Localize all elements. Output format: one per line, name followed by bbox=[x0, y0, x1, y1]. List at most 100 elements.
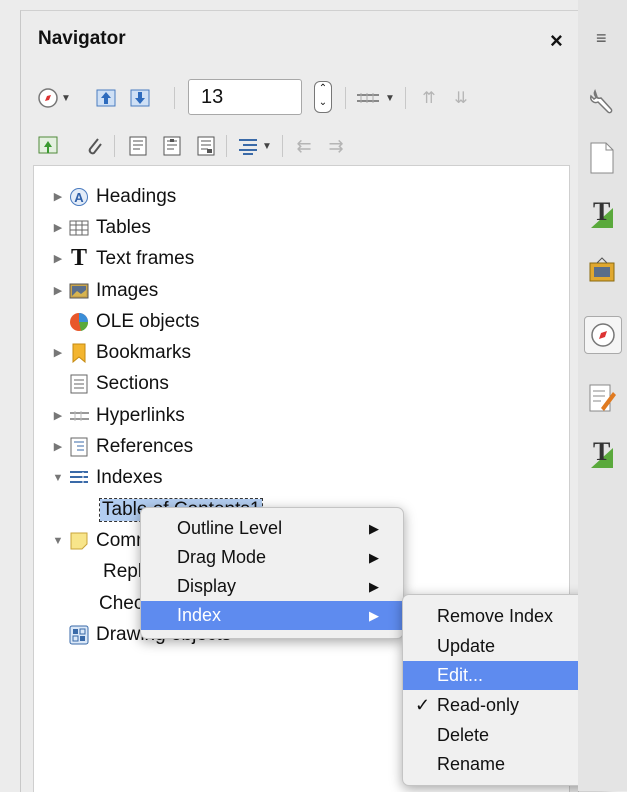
menu-item-label: Outline Level bbox=[177, 518, 283, 538]
tree-item-label: OLE objects bbox=[96, 310, 200, 332]
expander-icon[interactable]: ▶ bbox=[51, 346, 65, 359]
tree-item-tables[interactable]: ▶ Tables bbox=[33, 212, 568, 243]
footer-icon[interactable] bbox=[160, 132, 184, 160]
submenu-arrow-icon: ▶ bbox=[369, 578, 379, 594]
images-icon bbox=[69, 281, 89, 301]
svg-text:T: T bbox=[593, 198, 610, 226]
context-menu: Outline Level ▶ Drag Mode ▶ Display ▶ In… bbox=[140, 507, 404, 639]
demote-chapter-icon[interactable] bbox=[128, 84, 152, 112]
close-icon[interactable]: × bbox=[550, 28, 563, 54]
tree-item-label: Tables bbox=[96, 216, 151, 238]
expander-icon[interactable]: ▶ bbox=[51, 221, 65, 234]
sections-icon bbox=[69, 374, 89, 394]
comments-icon bbox=[69, 531, 89, 551]
move-up-icon[interactable]: ⇈ bbox=[416, 84, 442, 112]
menu-item-label: Edit... bbox=[437, 665, 484, 685]
checkmark-icon: ✓ bbox=[415, 695, 431, 715]
sidebar-deck: ≡ T T bbox=[578, 0, 627, 791]
page-icon[interactable] bbox=[584, 140, 620, 176]
tree-item-hyperlinks[interactable]: ▶ Hyperlinks bbox=[33, 400, 568, 431]
expander-icon[interactable]: ▼ bbox=[51, 472, 65, 484]
tree-item-label: Bookmarks bbox=[96, 341, 192, 363]
tree-item-label: Hyperlinks bbox=[96, 404, 185, 426]
toggle-master-view-icon[interactable] bbox=[36, 132, 60, 160]
tree-item-sections[interactable]: Sections bbox=[33, 368, 568, 399]
submenu-arrow-icon: ▶ bbox=[369, 549, 379, 565]
menu-item-index[interactable]: Index ▶ bbox=[141, 601, 403, 630]
indexes-icon bbox=[69, 468, 89, 488]
header-icon[interactable] bbox=[126, 132, 150, 160]
page-spin-button[interactable]: ⌃ ⌄ bbox=[314, 81, 332, 113]
tree-item-label: Headings bbox=[96, 185, 177, 207]
svg-text:A: A bbox=[74, 190, 84, 205]
heading-levels-icon[interactable] bbox=[236, 132, 260, 160]
separator bbox=[226, 135, 227, 157]
tree-item-text-frames[interactable]: ▶ T Text frames bbox=[33, 243, 568, 274]
tree-item-label: Indexes bbox=[96, 466, 163, 488]
panel-title: Navigator bbox=[38, 28, 126, 49]
tree-item-label: Text frames bbox=[96, 247, 195, 269]
drag-mode-icon[interactable] bbox=[354, 84, 382, 112]
menu-item-label: Update bbox=[437, 636, 496, 656]
expander-icon[interactable]: ▶ bbox=[51, 440, 65, 453]
navigator-icon[interactable] bbox=[584, 316, 622, 354]
move-down-icon[interactable]: ⇊ bbox=[448, 84, 474, 112]
headings-icon: A bbox=[69, 187, 89, 207]
menu-item-label: Index bbox=[177, 605, 222, 625]
ole-objects-icon bbox=[69, 312, 89, 332]
dropdown-arrow-icon[interactable]: ▼ bbox=[60, 84, 72, 112]
styles-icon[interactable]: T bbox=[584, 196, 620, 232]
dropdown-arrow-icon[interactable]: ▼ bbox=[384, 84, 396, 112]
page-number-input[interactable]: 13 bbox=[188, 79, 302, 115]
tree-item-label: Sections bbox=[96, 372, 169, 394]
separator bbox=[345, 87, 346, 109]
tree-item-references[interactable]: ▶ References bbox=[33, 431, 568, 462]
separator bbox=[114, 135, 115, 157]
drawing-objects-icon bbox=[69, 625, 89, 645]
menu-item-label: Drag Mode bbox=[177, 547, 267, 567]
expander-icon[interactable]: ▶ bbox=[51, 252, 65, 265]
dropdown-arrow-icon[interactable]: ▼ bbox=[261, 132, 273, 160]
menu-item-drag-mode[interactable]: Drag Mode ▶ bbox=[141, 543, 403, 572]
submenu-arrow-icon: ▶ bbox=[369, 520, 379, 536]
properties-icon[interactable] bbox=[584, 84, 620, 120]
menu-item-display[interactable]: Display ▶ bbox=[141, 572, 403, 601]
tree-item-ole-objects[interactable]: OLE objects bbox=[33, 306, 568, 337]
tables-icon bbox=[69, 218, 89, 238]
manage-changes-icon[interactable] bbox=[584, 380, 620, 416]
menu-item-label: Remove Index bbox=[437, 606, 554, 626]
reminder-icon[interactable] bbox=[82, 132, 106, 160]
tree-item-label: References bbox=[96, 435, 194, 457]
hyperlinks-icon bbox=[69, 406, 89, 426]
tree-item-indexes[interactable]: ▼ Indexes bbox=[33, 462, 568, 493]
promote-level-icon[interactable]: ⇇ bbox=[292, 132, 316, 160]
expander-icon[interactable]: ▼ bbox=[51, 535, 65, 547]
menu-item-label: Read-only bbox=[437, 695, 520, 715]
sidebar-menu-icon[interactable]: ≡ bbox=[596, 28, 607, 49]
menu-item-label: Delete bbox=[437, 725, 490, 745]
expander-icon[interactable]: ▶ bbox=[51, 284, 65, 297]
text-frames-icon: T bbox=[70, 245, 87, 271]
promote-chapter-icon[interactable] bbox=[94, 84, 118, 112]
navigation-icon[interactable] bbox=[36, 84, 60, 112]
bookmarks-icon bbox=[69, 343, 89, 363]
tree-item-headings[interactable]: ▶ A Headings bbox=[33, 181, 568, 212]
submenu-arrow-icon: ▶ bbox=[369, 607, 379, 623]
tree-item-images[interactable]: ▶ Images bbox=[33, 275, 568, 306]
tree-item-label: Images bbox=[96, 279, 159, 301]
design-icon[interactable]: T bbox=[584, 436, 620, 472]
separator bbox=[405, 87, 406, 109]
svg-text:T: T bbox=[593, 438, 610, 466]
menu-item-outline-level[interactable]: Outline Level ▶ bbox=[141, 514, 403, 543]
anchor-endnote-icon[interactable] bbox=[194, 132, 218, 160]
expander-icon[interactable]: ▶ bbox=[51, 409, 65, 422]
menu-item-label: Rename bbox=[437, 754, 506, 774]
menu-item-label: Display bbox=[177, 576, 237, 596]
separator bbox=[174, 87, 175, 109]
references-icon bbox=[69, 437, 89, 457]
expander-icon[interactable]: ▶ bbox=[51, 190, 65, 203]
tree-item-bookmarks[interactable]: ▶ Bookmarks bbox=[33, 337, 568, 368]
demote-level-icon[interactable]: ⇉ bbox=[324, 132, 348, 160]
gallery-icon[interactable] bbox=[584, 252, 620, 288]
separator bbox=[282, 135, 283, 157]
